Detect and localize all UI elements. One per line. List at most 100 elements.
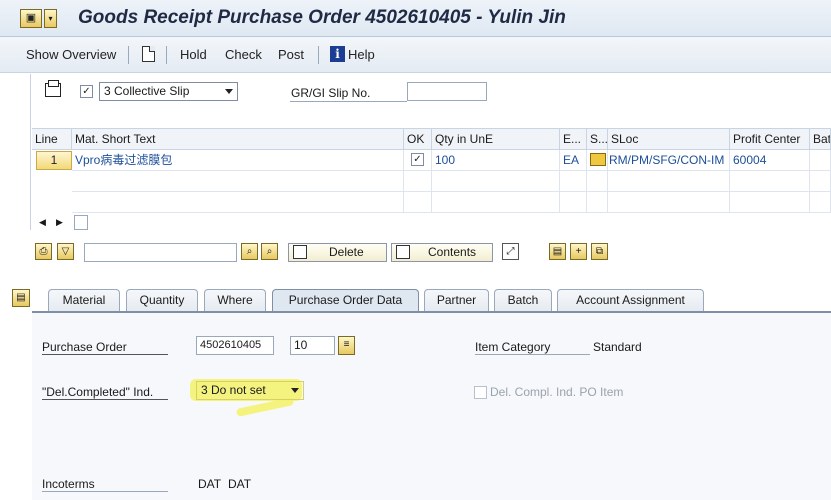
empty-cell <box>560 171 587 192</box>
gr-slip-label-underline <box>290 101 407 102</box>
empty-cell <box>810 171 831 192</box>
menu-icon[interactable]: ▣ <box>20 9 42 28</box>
check-button[interactable]: Check <box>225 47 262 62</box>
menu-dropdown-icon[interactable]: ▾ <box>44 9 57 28</box>
items-table: Line Mat. Short Text OK Qty in UnE E... … <box>32 128 831 214</box>
tab-material[interactable]: Material <box>48 289 120 311</box>
contents-button[interactable]: Contents <box>391 243 493 262</box>
col-header-batch[interactable]: Batch <box>810 129 831 150</box>
title-bar: ▣ ▾ Goods Receipt Purchase Order 4502610… <box>0 0 831 37</box>
incoterms-value-2: DAT <box>228 477 252 491</box>
empty-cell <box>587 192 608 213</box>
empty-cell <box>72 171 404 192</box>
item-category-value: Standard <box>593 340 642 354</box>
empty-cell <box>608 171 730 192</box>
application-toolbar: Show Overview Hold Check Post i Help <box>0 37 831 73</box>
trash-icon <box>293 245 307 259</box>
toolbar-separator <box>166 46 167 64</box>
hold-button[interactable]: Hold <box>180 47 207 62</box>
find-next-icon[interactable]: ⌕ <box>261 243 278 260</box>
display-po-icon[interactable]: ≡ <box>338 336 355 355</box>
show-overview-button[interactable]: Show Overview <box>26 47 116 62</box>
col-header-line[interactable]: Line <box>32 129 72 150</box>
cell-batch[interactable] <box>810 150 831 171</box>
tab-partner[interactable]: Partner <box>424 289 489 311</box>
find-icon[interactable]: ⌕ <box>241 243 258 260</box>
gr-slip-label: GR/GI Slip No. <box>291 86 371 100</box>
item-add-icon[interactable]: + <box>570 243 587 260</box>
table-horizontal-scrollbar[interactable]: ◀ ▶ <box>32 214 831 232</box>
item-search-input[interactable] <box>84 243 237 262</box>
contents-button-label: Contents <box>428 245 477 259</box>
del-compl-po-checkbox <box>474 386 487 399</box>
toolbar-separator <box>128 46 129 64</box>
incoterms-value-1: DAT <box>198 477 222 491</box>
item-category-label: Item Category <box>475 340 590 355</box>
scroll-right-icon[interactable]: ▶ <box>56 217 63 228</box>
empty-cell <box>72 192 404 213</box>
contents-icon <box>396 245 410 259</box>
cell-mat-short-text[interactable]: Vpro病毒过滤膜包 <box>72 150 404 171</box>
post-button[interactable]: Post <box>278 47 304 62</box>
del-completed-value: 3 Do not set <box>201 383 266 397</box>
tab-purchase-order-data[interactable]: Purchase Order Data <box>272 289 419 311</box>
help-button[interactable]: Help <box>348 47 375 62</box>
scroll-left-icon[interactable]: ◀ <box>39 217 46 228</box>
expand-icon[interactable]: ⤢ <box>502 243 519 260</box>
item-detail-icon[interactable]: ▤ <box>549 243 566 260</box>
print-icon[interactable] <box>45 80 61 97</box>
cell-sloc[interactable]: RM/PM/SFG/CON-IM <box>608 150 730 171</box>
cell-qty[interactable]: 100 <box>432 150 560 171</box>
delete-button[interactable]: Delete <box>288 243 387 262</box>
collective-slip-checkbox[interactable]: ✓ <box>80 85 93 98</box>
purchase-order-field[interactable]: 4502610405 <box>196 336 274 355</box>
scroll-thumb[interactable] <box>74 215 88 230</box>
empty-cell <box>730 171 810 192</box>
slip-type-select[interactable]: 3 Collective Slip <box>99 82 238 101</box>
tab-batch[interactable]: Batch <box>494 289 552 311</box>
col-header-qty[interactable]: Qty in UnE <box>432 129 560 150</box>
item-print-icon[interactable]: ⎙ <box>35 243 52 260</box>
help-info-icon[interactable]: i <box>330 46 345 62</box>
gr-slip-input[interactable] <box>407 82 487 101</box>
empty-cell <box>404 171 432 192</box>
col-header-sloc[interactable]: SLoc <box>608 129 730 150</box>
purchase-order-label: Purchase Order <box>42 340 168 355</box>
col-header-stock-type[interactable]: S... <box>587 129 608 150</box>
cell-profit-center[interactable]: 60004 <box>730 150 810 171</box>
tab-quantity[interactable]: Quantity <box>126 289 198 311</box>
item-copy-icon[interactable]: ⧉ <box>591 243 608 260</box>
cell-unit[interactable]: EA <box>560 150 587 171</box>
empty-cell <box>810 192 831 213</box>
po-item-field[interactable]: 10 <box>290 336 335 355</box>
chevron-down-icon <box>291 388 299 393</box>
cell-ok[interactable]: ✓ <box>404 150 432 171</box>
window-title: Goods Receipt Purchase Order 4502610405 … <box>78 7 566 28</box>
empty-cell <box>730 192 810 213</box>
incoterms-label: Incoterms <box>42 477 168 492</box>
row-selector-line-1[interactable]: 1 <box>36 151 72 170</box>
col-header-ok[interactable]: OK <box>404 129 432 150</box>
col-header-profit-center[interactable]: Profit Center <box>730 129 810 150</box>
header-left-border <box>30 74 31 230</box>
empty-cell <box>432 171 560 192</box>
tab-where[interactable]: Where <box>204 289 266 311</box>
new-document-icon[interactable] <box>142 46 155 62</box>
del-completed-select[interactable]: 3 Do not set <box>196 381 304 400</box>
cell-stock-type[interactable] <box>587 150 608 171</box>
slip-type-value: 3 Collective Slip <box>104 84 190 98</box>
empty-cell <box>560 192 587 213</box>
empty-cell <box>587 171 608 192</box>
del-compl-po-label: Del. Compl. Ind. PO Item <box>490 385 624 399</box>
purchase-order-data-panel: Purchase Order 4502610405 10 ≡ Item Cate… <box>32 311 831 500</box>
ok-checkbox[interactable]: ✓ <box>411 153 424 166</box>
chevron-down-icon <box>225 89 233 94</box>
stock-type-icon[interactable] <box>590 153 606 166</box>
tab-account-assignment[interactable]: Account Assignment <box>557 289 704 311</box>
col-header-mat-short-text[interactable]: Mat. Short Text <box>72 129 404 150</box>
empty-cell <box>608 192 730 213</box>
toolbar-separator <box>318 46 319 64</box>
col-header-unit[interactable]: E... <box>560 129 587 150</box>
filter-icon[interactable]: ▽ <box>57 243 74 260</box>
empty-cell <box>432 192 560 213</box>
